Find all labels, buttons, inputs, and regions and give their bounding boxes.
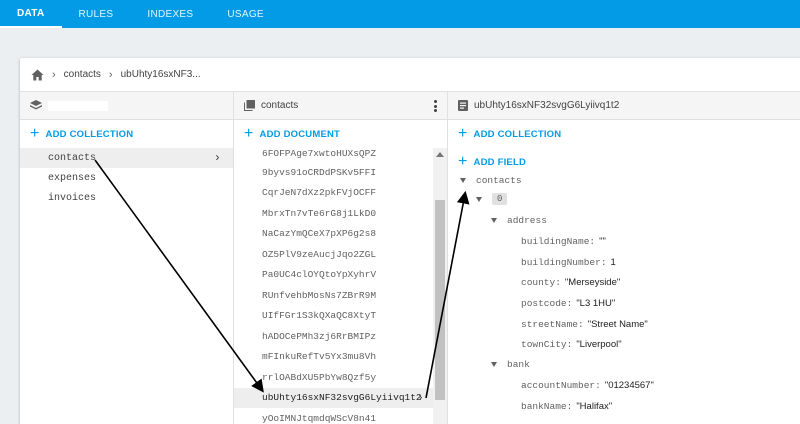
collection-item-invoices[interactable]: invoices [20,188,233,208]
document-item[interactable]: mFInkuRefTv5Yx3mu8Vh [234,347,434,368]
field-row[interactable]: bankName: "Halifax" [521,398,612,414]
expand-arrow-icon[interactable] [460,177,466,183]
field-row-bank[interactable]: bank [491,356,530,372]
add-collection-button[interactable]: + ADD COLLECTION [20,120,233,148]
collections-panel: + ADD COLLECTION contacts › expenses inv… [20,92,234,424]
plus-icon: + [458,153,468,170]
document-icon [458,100,468,111]
chevron-right-icon: › [108,68,113,81]
document-item[interactable]: Pa0UC4clOYQtoYpXyhrV [234,265,434,286]
documents-panel: contacts + ADD DOCUMENT 6FOFPAge7xwtoHUX… [234,92,448,424]
document-item[interactable]: OZ5PlV9zeAucjJqo2ZGL [234,244,434,265]
add-subcollection-label: ADD COLLECTION [473,128,562,140]
field-row[interactable]: postcode: "L3 1HU" [521,295,615,311]
expand-arrow-icon[interactable] [476,196,482,202]
breadcrumb-collection[interactable]: contacts [64,69,101,80]
home-icon[interactable] [31,69,44,81]
top-nav-bar: DATA RULES INDEXES USAGE [0,0,800,28]
expand-arrow-icon[interactable] [491,361,497,367]
document-item[interactable]: 9byvs91oCRDdPSKv5FFI [234,162,434,183]
document-item[interactable]: hADOCePMh3zj6RrBMIPz [234,326,434,347]
document-item[interactable]: rrlOABdXU5PbYw8Qzf5y [234,367,434,388]
field-row[interactable]: streetName: "Street Name" [521,316,648,332]
add-subcollection-button[interactable]: + ADD COLLECTION [448,120,800,148]
add-field-label: ADD FIELD [473,156,527,168]
document-item[interactable]: UIfFGr1S3kQXaQC8XtyT [234,306,434,327]
data-viewer-card: › contacts › ubUhty16sxNF3... + ADD COLL… [20,58,800,424]
tab-data[interactable]: DATA [0,0,62,28]
add-document-button[interactable]: + ADD DOCUMENT [234,120,447,148]
chevron-right-icon: › [52,68,56,81]
plus-icon: + [30,125,40,142]
document-header-title: ubUhty16sxNF32svgG6Lyiivq1t2 [474,100,620,111]
field-tree: contacts 0 address buildingName: "" buil… [448,175,800,424]
expand-arrow-icon[interactable] [491,217,497,223]
document-header: ubUhty16sxNF32svgG6Lyiivq1t2 [448,92,800,120]
tab-indexes[interactable]: INDEXES [130,0,210,28]
document-item[interactable]: yOoIMNJtqmdqWScV8n41 [234,408,434,424]
chevron-right-icon: › [416,390,424,405]
field-row[interactable]: buildingName: "" [521,233,606,249]
field-row[interactable]: accountNumber: "01234567" [521,377,654,393]
field-row-index[interactable]: 0 [476,191,508,207]
plus-icon: + [458,125,468,142]
document-item[interactable]: RUnfvehbMosNs7ZBrR9M [234,285,434,306]
document-item[interactable]: NaCazYmQCeX7pXP6g2s8 [234,224,434,245]
collection-header: contacts [234,92,447,120]
document-panel: ubUhty16sxNF32svgG6Lyiivq1t2 + ADD COLLE… [448,92,800,424]
collection-item-expenses[interactable]: expenses [20,168,233,188]
document-item[interactable]: CqrJeN7dXz2pkFVjOCFF [234,183,434,204]
field-row-address[interactable]: address [491,212,547,228]
scroll-up-icon[interactable] [433,148,447,160]
document-item-selected[interactable]: ubUhty16sxNF32svgG6Lyiivq1t2 › [234,387,434,408]
document-list: 6FOFPAge7xwtoHUXsQPZ 9byvs91oCRDdPSKv5FF… [234,148,434,424]
breadcrumb-document[interactable]: ubUhty16sxNF3... [121,69,201,80]
collection-icon [244,100,255,111]
field-row[interactable]: county: "Merseyside" [521,274,620,290]
scrollbar-thumb[interactable] [435,200,445,400]
more-vert-icon[interactable] [433,100,437,112]
collection-item-contacts[interactable]: contacts › [20,148,233,168]
add-document-label: ADD DOCUMENT [259,128,341,140]
field-row[interactable]: townCity: "Liverpool" [521,336,622,352]
tab-usage[interactable]: USAGE [210,0,281,28]
breadcrumb: › contacts › ubUhty16sxNF3... [20,58,800,92]
field-row-contacts[interactable]: contacts [460,172,522,188]
firestore-icon [30,100,42,110]
chevron-right-icon: › [213,151,221,165]
project-header [20,92,233,120]
tab-rules[interactable]: RULES [62,0,131,28]
field-row[interactable]: buildingNumber: 1 [521,254,616,270]
plus-icon: + [244,125,254,142]
collection-header-title: contacts [261,100,299,111]
document-item[interactable]: 6FOFPAge7xwtoHUXsQPZ [234,148,434,162]
document-item[interactable]: MbrxTn7vTe6rG8j1LkD0 [234,203,434,224]
document-list-scrollbar[interactable] [433,148,447,424]
add-collection-label: ADD COLLECTION [45,128,134,140]
project-name [48,100,108,111]
